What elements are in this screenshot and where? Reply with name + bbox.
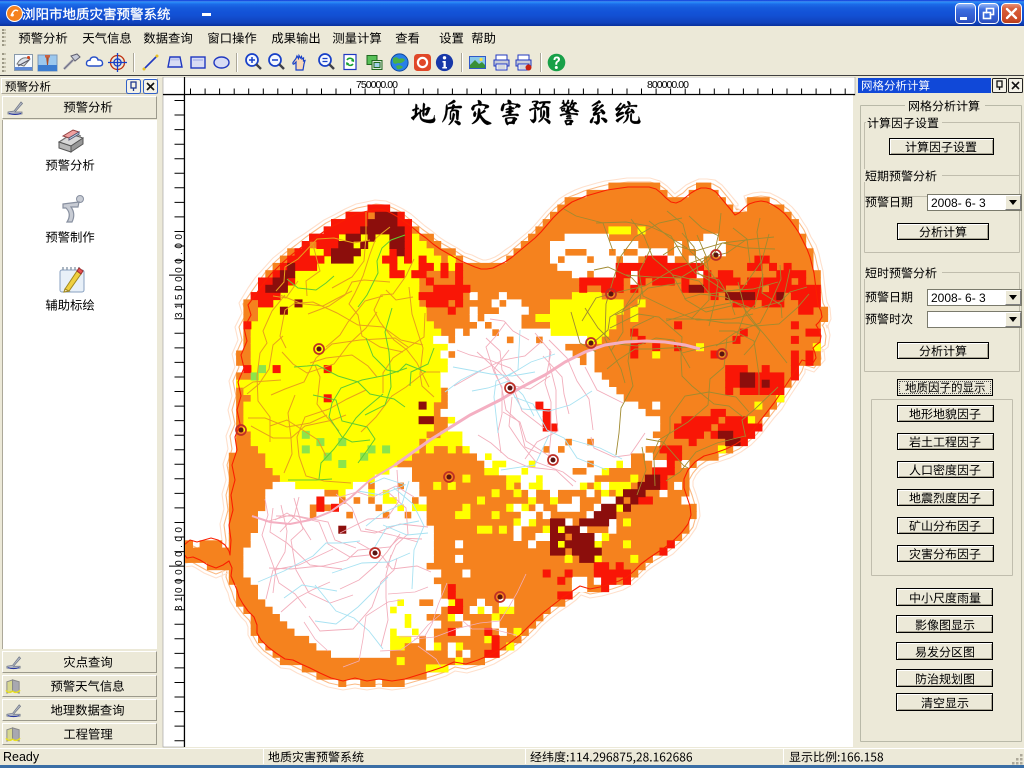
svg-text:800000.00: 800000.00 [647, 79, 689, 91]
svg-text:750000.00: 750000.00 [356, 79, 398, 91]
